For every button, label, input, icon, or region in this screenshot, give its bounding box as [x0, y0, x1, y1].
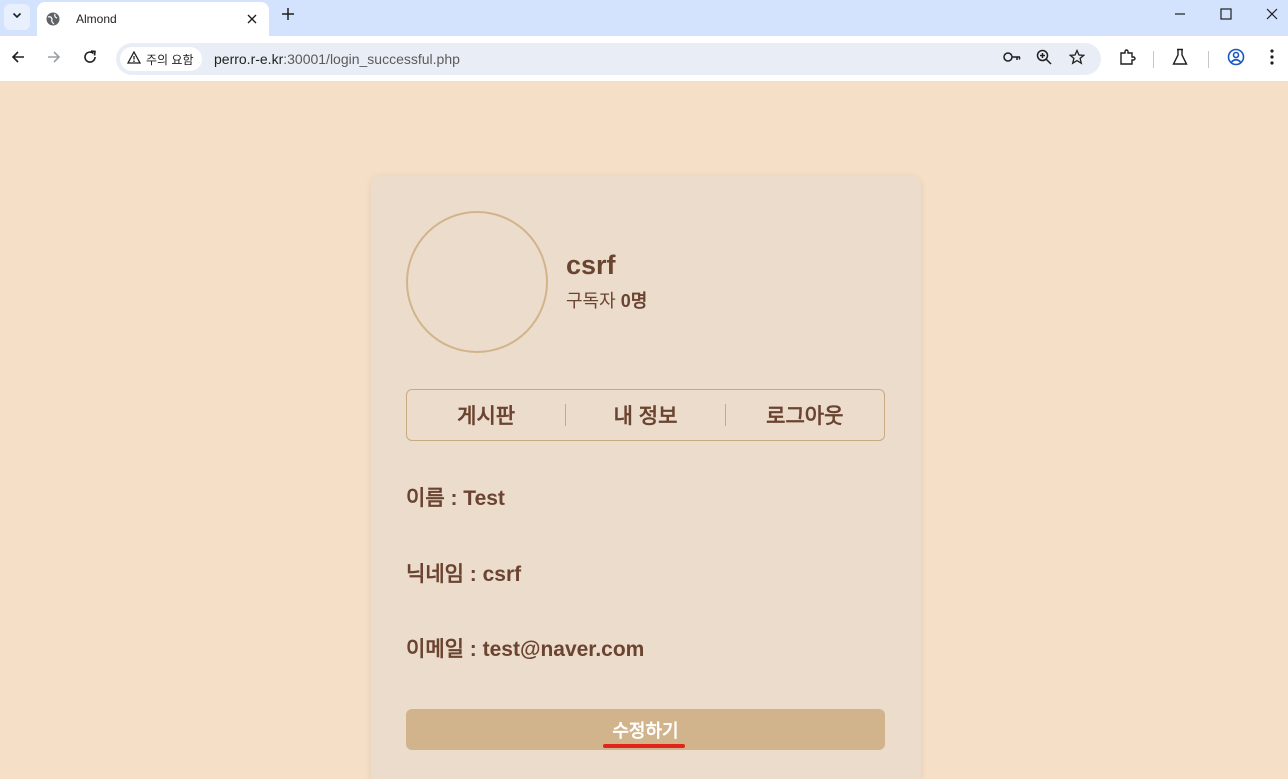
address-bar[interactable]: 주의 요함 perro.r-e.kr:30001/login_successfu…: [116, 43, 1101, 75]
info-email: 이메일 : test@naver.com: [406, 638, 645, 661]
close-window-button[interactable]: [1262, 6, 1282, 26]
chevron-down-icon: [11, 8, 23, 26]
globe-icon: [45, 11, 61, 27]
close-icon[interactable]: [244, 11, 260, 27]
toolbar-divider: [1153, 51, 1154, 68]
forward-button[interactable]: [43, 48, 65, 70]
arrow-right-icon: [46, 49, 62, 70]
bookmark-button[interactable]: [1067, 48, 1087, 70]
puzzle-icon: [1118, 48, 1136, 71]
toolbar-divider: [1208, 51, 1209, 68]
flask-icon: [1172, 48, 1188, 71]
extensions-button[interactable]: [1116, 48, 1138, 70]
more-vertical-icon: [1270, 48, 1274, 70]
zoom-in-icon: [1036, 49, 1052, 70]
close-icon: [1266, 7, 1278, 25]
profile-button[interactable]: [1225, 48, 1247, 70]
avatar: [406, 211, 548, 353]
browser-tab[interactable]: Almond: [37, 2, 269, 36]
account-circle-icon: [1227, 48, 1245, 71]
profile-username: csrf: [566, 250, 616, 280]
subscriber-count: 구독자 0명: [566, 287, 647, 313]
subscribers-value: 0명: [620, 291, 648, 311]
maximize-button[interactable]: [1216, 6, 1236, 26]
plus-icon: [281, 7, 295, 26]
labs-button[interactable]: [1169, 48, 1191, 70]
url-path: :30001/login_successful.php: [283, 51, 460, 67]
info-nickname: 닉네임 : csrf: [406, 563, 522, 586]
warning-icon: [126, 50, 142, 67]
tab-search-button[interactable]: [4, 4, 30, 30]
arrow-left-icon: [10, 49, 26, 70]
info-name: 이름 : Test: [406, 487, 505, 510]
profile-menu: 게시판 내 정보 로그아웃: [406, 389, 885, 441]
back-button[interactable]: [7, 48, 29, 70]
new-tab-button[interactable]: [278, 6, 298, 26]
security-chip[interactable]: 주의 요함: [120, 47, 202, 71]
browser-toolbar: 주의 요함 perro.r-e.kr:30001/login_successfu…: [0, 36, 1288, 82]
minimize-icon: [1174, 7, 1186, 25]
tab-title: Almond: [76, 12, 117, 26]
profile-card: csrf 구독자 0명 게시판 내 정보 로그아웃 이름 : Test 닉네임 …: [371, 176, 921, 779]
minimize-button[interactable]: [1170, 6, 1190, 26]
maximize-icon: [1220, 7, 1232, 25]
menu-logout-link[interactable]: 로그아웃: [726, 400, 884, 430]
subscribers-label: 구독자: [566, 291, 616, 311]
menu-my-info-link[interactable]: 내 정보: [566, 400, 724, 430]
zoom-button[interactable]: [1034, 49, 1054, 69]
key-icon: [1003, 50, 1021, 68]
password-key-button[interactable]: [1002, 49, 1022, 69]
reload-button[interactable]: [79, 48, 101, 70]
security-chip-label: 주의 요함: [146, 52, 194, 67]
reload-icon: [82, 49, 98, 70]
red-underline-annotation: [603, 744, 685, 748]
url-host: perro.r-e.kr: [214, 51, 284, 67]
menu-button[interactable]: [1261, 48, 1283, 70]
menu-board-link[interactable]: 게시판: [407, 400, 565, 430]
star-icon: [1068, 48, 1086, 70]
url-text: perro.r-e.kr:30001/login_successful.php: [214, 51, 460, 67]
tab-strip: Almond: [0, 0, 1288, 36]
